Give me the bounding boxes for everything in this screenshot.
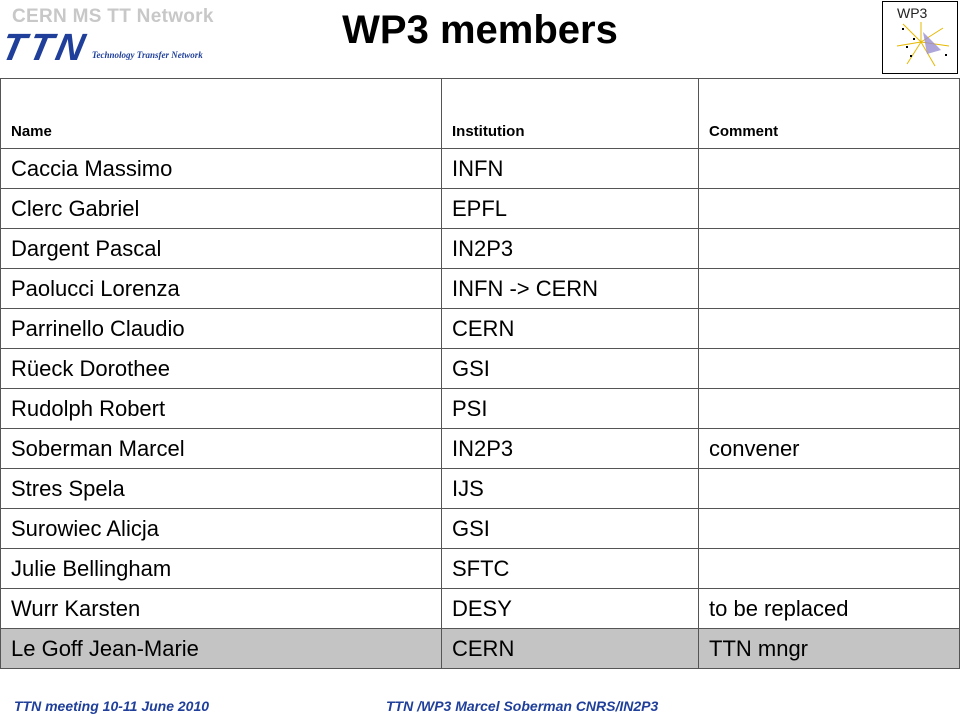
- member-name: Rudolph Robert: [0, 388, 442, 429]
- member-name: Soberman Marcel: [0, 428, 442, 469]
- footer-author: TTN /WP3 Marcel Soberman CNRS/IN2P3: [386, 698, 659, 714]
- member-name: Stres Spela: [0, 468, 442, 509]
- wp3-badge: WP3: [882, 1, 958, 74]
- member-institution: INFN -> CERN: [441, 268, 699, 309]
- member-comment: [698, 308, 960, 349]
- member-institution: SFTC: [441, 548, 699, 589]
- member-comment: [698, 148, 960, 189]
- wp3-badge-label: WP3: [897, 5, 928, 21]
- table-header-row: Name Institution Comment: [0, 78, 960, 149]
- member-name: Le Goff Jean-Marie: [0, 628, 442, 669]
- table-row: Clerc Gabriel EPFL: [0, 188, 960, 229]
- member-name: Parrinello Claudio: [0, 308, 442, 349]
- table-row: Rudolph Robert PSI: [0, 388, 960, 429]
- member-name: Dargent Pascal: [0, 228, 442, 269]
- member-name: Clerc Gabriel: [0, 188, 442, 229]
- member-comment: [698, 188, 960, 229]
- member-institution: DESY: [441, 588, 699, 629]
- member-comment: [698, 388, 960, 429]
- member-comment: TTN mngr: [698, 628, 960, 669]
- member-institution: GSI: [441, 508, 699, 549]
- footer-meeting: TTN meeting 10-11 June 2010: [14, 698, 210, 714]
- table-row: Dargent Pascal IN2P3: [0, 228, 960, 269]
- member-comment: convener: [698, 428, 960, 469]
- member-name: Wurr Karsten: [0, 588, 442, 629]
- member-comment: [698, 348, 960, 389]
- member-name: Julie Bellingham: [0, 548, 442, 589]
- table-row: Rüeck Dorothee GSI: [0, 348, 960, 389]
- page-title: WP3 members: [342, 8, 618, 52]
- member-institution: CERN: [441, 308, 699, 349]
- member-institution: IN2P3: [441, 428, 699, 469]
- member-institution: IJS: [441, 468, 699, 509]
- member-comment: to be replaced: [698, 588, 960, 629]
- member-institution: INFN: [441, 148, 699, 189]
- table-row: Julie Bellingham SFTC: [0, 548, 960, 589]
- member-comment: [698, 548, 960, 589]
- table-row: Parrinello Claudio CERN: [0, 308, 960, 349]
- member-institution: CERN: [441, 628, 699, 669]
- member-comment: [698, 228, 960, 269]
- member-name: Surowiec Alicja: [0, 508, 442, 549]
- table-row: Caccia Massimo INFN: [0, 148, 960, 189]
- member-institution: PSI: [441, 388, 699, 429]
- member-comment: [698, 508, 960, 549]
- member-institution: EPFL: [441, 188, 699, 229]
- member-comment: [698, 268, 960, 309]
- table-row: Wurr Karsten DESY to be replaced: [0, 588, 960, 629]
- member-name: Paolucci Lorenza: [0, 268, 442, 309]
- table-row: Soberman Marcel IN2P3 convener: [0, 428, 960, 469]
- table-row: Surowiec Alicja GSI: [0, 508, 960, 549]
- member-name: Rüeck Dorothee: [0, 348, 442, 389]
- member-institution: GSI: [441, 348, 699, 389]
- member-name: Caccia Massimo: [0, 148, 442, 189]
- column-header-name: Name: [0, 78, 442, 149]
- member-institution: IN2P3: [441, 228, 699, 269]
- column-header-comment: Comment: [698, 78, 960, 149]
- table-row: Paolucci Lorenza INFN -> CERN: [0, 268, 960, 309]
- column-header-institution: Institution: [441, 78, 699, 149]
- table-row-highlighted: Le Goff Jean-Marie CERN TTN mngr: [0, 628, 960, 669]
- member-comment: [698, 468, 960, 509]
- table-row: Stres Spela IJS: [0, 468, 960, 509]
- members-table: Name Institution Comment Caccia Massimo …: [0, 78, 960, 669]
